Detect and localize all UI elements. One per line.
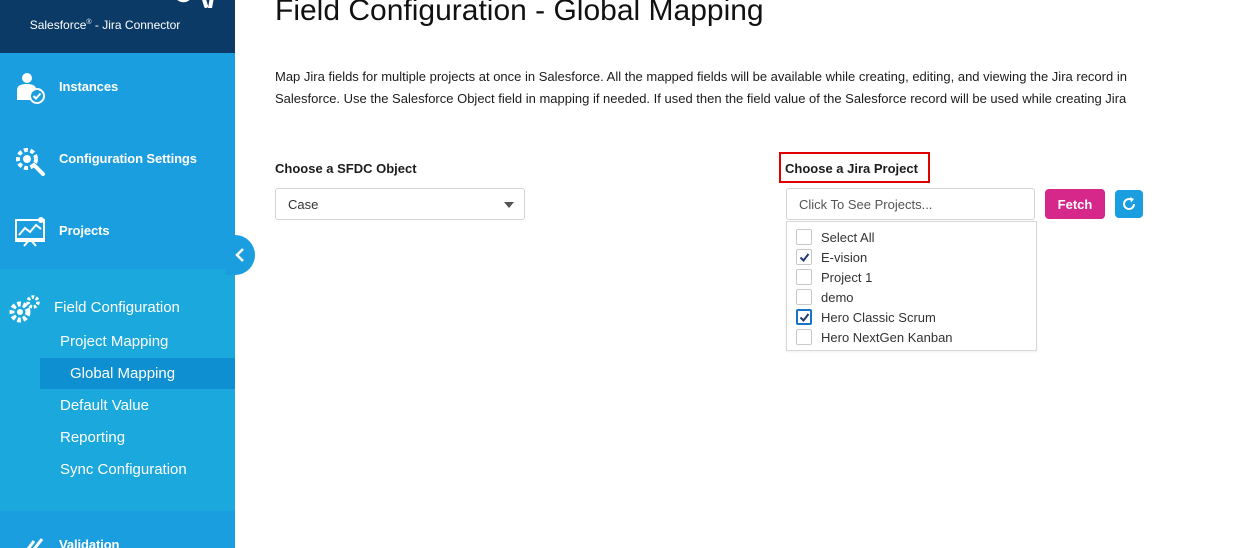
- sidebar-item-instances[interactable]: Instances: [0, 56, 235, 116]
- refresh-icon: [1123, 197, 1136, 210]
- sidebar-item-label: Instances: [59, 79, 119, 94]
- sidebar-subitem-default-value[interactable]: Default Value: [60, 397, 149, 414]
- sidebar-item-label: Field Configuration: [54, 299, 180, 316]
- option-label: Hero Classic Scrum: [821, 310, 936, 325]
- jira-project-input[interactable]: [786, 188, 1035, 220]
- checkbox[interactable]: [796, 329, 812, 345]
- jira-project-option-demo[interactable]: demo: [796, 288, 1026, 306]
- jira-project-label: Choose a Jira Project: [785, 161, 918, 176]
- jira-project-option-project-1[interactable]: Project 1: [796, 268, 1026, 286]
- sidebar-subitem-sync-configuration[interactable]: Sync Configuration: [60, 461, 187, 478]
- chart-board-icon: [15, 217, 45, 247]
- gears-icon: [9, 295, 40, 323]
- sidebar-subitem-project-mapping[interactable]: Project Mapping: [60, 333, 168, 350]
- brand-subtitle: Salesforce® - Jira Connector: [0, 18, 210, 32]
- sidebar-item-label: Configuration Settings: [59, 151, 197, 166]
- sidebar-item-configuration-settings[interactable]: Configuration Settings: [0, 128, 235, 188]
- jira-project-option-hero-classic-scrum[interactable]: Hero Classic Scrum: [796, 308, 1026, 326]
- option-label: Project 1: [821, 270, 873, 285]
- wrench-gear-icon: [16, 148, 45, 176]
- sidebar-item-label: Projects: [59, 223, 110, 238]
- jira-project-option-hero-nextgen-kanban[interactable]: Hero NextGen Kanban: [796, 328, 1026, 346]
- brand-subtitle-name: Salesforce: [29, 18, 87, 32]
- sfdc-object-selected-value: Case: [288, 197, 319, 212]
- checkbox[interactable]: [796, 269, 812, 285]
- checkbox[interactable]: [796, 249, 812, 265]
- user-check-icon: [17, 73, 45, 104]
- check-icon: [799, 313, 810, 323]
- refresh-button[interactable]: [1115, 190, 1143, 218]
- page-description: Map Jira fields for multiple projects at…: [275, 69, 1127, 106]
- checkbox[interactable]: [796, 229, 812, 245]
- option-label: Hero NextGen Kanban: [821, 330, 953, 345]
- sidebar-item-validation[interactable]: Validation: [0, 513, 235, 548]
- sidebar-subitem-label: Global Mapping: [70, 365, 176, 382]
- option-label: E-vision: [821, 250, 868, 265]
- option-label: Select All: [821, 230, 875, 245]
- sidebar: Salesforce® - Jira Connector Instances C…: [0, 0, 235, 548]
- chevron-left-icon: [235, 248, 244, 262]
- sidebar-subitem-reporting[interactable]: Reporting: [60, 429, 125, 446]
- sfdc-object-select[interactable]: Case: [275, 188, 525, 220]
- checkbox[interactable]: [796, 309, 812, 325]
- fetch-button[interactable]: Fetch: [1045, 189, 1105, 219]
- brand-header: Salesforce® - Jira Connector: [0, 0, 235, 53]
- sidebar-item-projects[interactable]: Projects: [0, 200, 235, 260]
- jira-project-dropdown: Select All E-vision Project 1 demo Hero …: [786, 221, 1037, 351]
- checkbox[interactable]: [796, 289, 812, 305]
- caret-down-icon: [504, 202, 514, 208]
- option-label: demo: [821, 290, 854, 305]
- sidebar-item-label: Validation: [59, 537, 120, 548]
- jira-project-option-select-all[interactable]: Select All: [796, 228, 1026, 246]
- check-icon: [799, 253, 810, 263]
- sidebar-collapse-button[interactable]: [225, 235, 255, 275]
- page-title: Field Configuration - Global Mapping: [275, 0, 764, 27]
- jira-project-option-e-vision[interactable]: E-vision: [796, 248, 1026, 266]
- sfdc-object-label: Choose a SFDC Object: [275, 161, 417, 176]
- brand-logo-icon: [177, 0, 214, 8]
- double-check-icon: [26, 538, 44, 548]
- brand-subtitle-suffix: - Jira Connector: [91, 18, 181, 32]
